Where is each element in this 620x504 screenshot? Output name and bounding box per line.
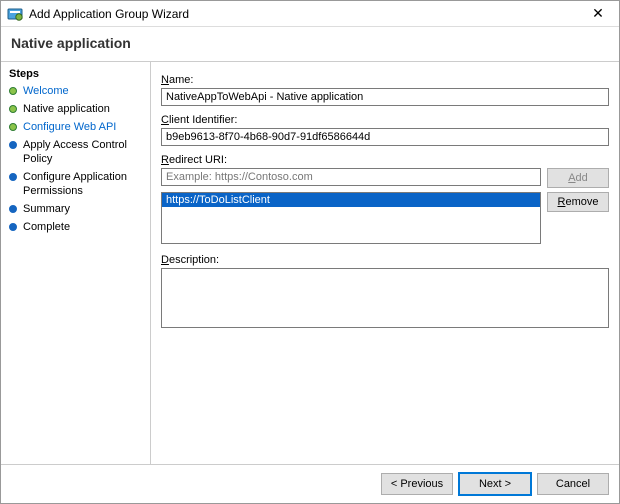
sidebar-item-access-control: Apply Access Control Policy xyxy=(9,138,142,166)
redirect-uri-input[interactable] xyxy=(161,168,541,186)
sidebar-item-permissions: Configure Application Permissions xyxy=(9,170,142,198)
step-pending-icon xyxy=(9,205,17,213)
next-button[interactable]: Next > xyxy=(459,473,531,495)
step-pending-icon xyxy=(9,141,17,149)
sidebar-item-label: Welcome xyxy=(23,84,69,98)
name-label: Name: xyxy=(161,74,609,86)
list-item[interactable]: https://ToDoListClient xyxy=(162,193,540,207)
sidebar-item-native-application[interactable]: Native application xyxy=(9,102,142,116)
sidebar-item-label: Complete xyxy=(23,220,70,234)
sidebar-item-label: Apply Access Control Policy xyxy=(23,138,142,166)
cancel-button[interactable]: Cancel xyxy=(537,473,609,495)
wizard-window: Add Application Group Wizard ✕ Native ap… xyxy=(0,0,620,504)
sidebar-item-configure-web-api[interactable]: Configure Web API xyxy=(9,120,142,134)
client-id-label: Client Identifier: xyxy=(161,114,609,126)
close-icon[interactable]: ✕ xyxy=(583,5,613,22)
step-done-icon xyxy=(9,123,17,131)
redirect-uri-list[interactable]: https://ToDoListClient xyxy=(161,192,541,244)
app-icon xyxy=(7,6,23,22)
steps-heading: Steps xyxy=(9,68,142,80)
window-title: Add Application Group Wizard xyxy=(29,7,583,21)
remove-button[interactable]: Remove xyxy=(547,192,609,212)
sidebar-item-label: Configure Application Permissions xyxy=(23,170,142,198)
sidebar-item-summary: Summary xyxy=(9,202,142,216)
wizard-footer: < Previous Next > Cancel xyxy=(1,464,619,503)
sidebar-item-welcome[interactable]: Welcome xyxy=(9,84,142,98)
sidebar-item-complete: Complete xyxy=(9,220,142,234)
sidebar-item-label: Summary xyxy=(23,202,70,216)
sidebar-item-label: Configure Web API xyxy=(23,120,116,134)
step-pending-icon xyxy=(9,173,17,181)
steps-sidebar: Steps Welcome Native application Configu… xyxy=(1,62,151,464)
step-pending-icon xyxy=(9,223,17,231)
step-done-icon xyxy=(9,105,17,113)
previous-button[interactable]: < Previous xyxy=(381,473,453,495)
step-done-icon xyxy=(9,87,17,95)
description-input[interactable] xyxy=(161,268,609,328)
sidebar-item-label: Native application xyxy=(23,102,110,116)
description-label: Description: xyxy=(161,254,609,266)
redirect-uri-label: Redirect URI: xyxy=(161,154,609,166)
page-title: Native application xyxy=(1,27,619,62)
name-input[interactable] xyxy=(161,88,609,106)
form-panel: Name: Client Identifier: Redirect URI: A… xyxy=(151,62,619,464)
add-button[interactable]: Add xyxy=(547,168,609,188)
titlebar: Add Application Group Wizard ✕ xyxy=(1,1,619,27)
client-id-input[interactable] xyxy=(161,128,609,146)
